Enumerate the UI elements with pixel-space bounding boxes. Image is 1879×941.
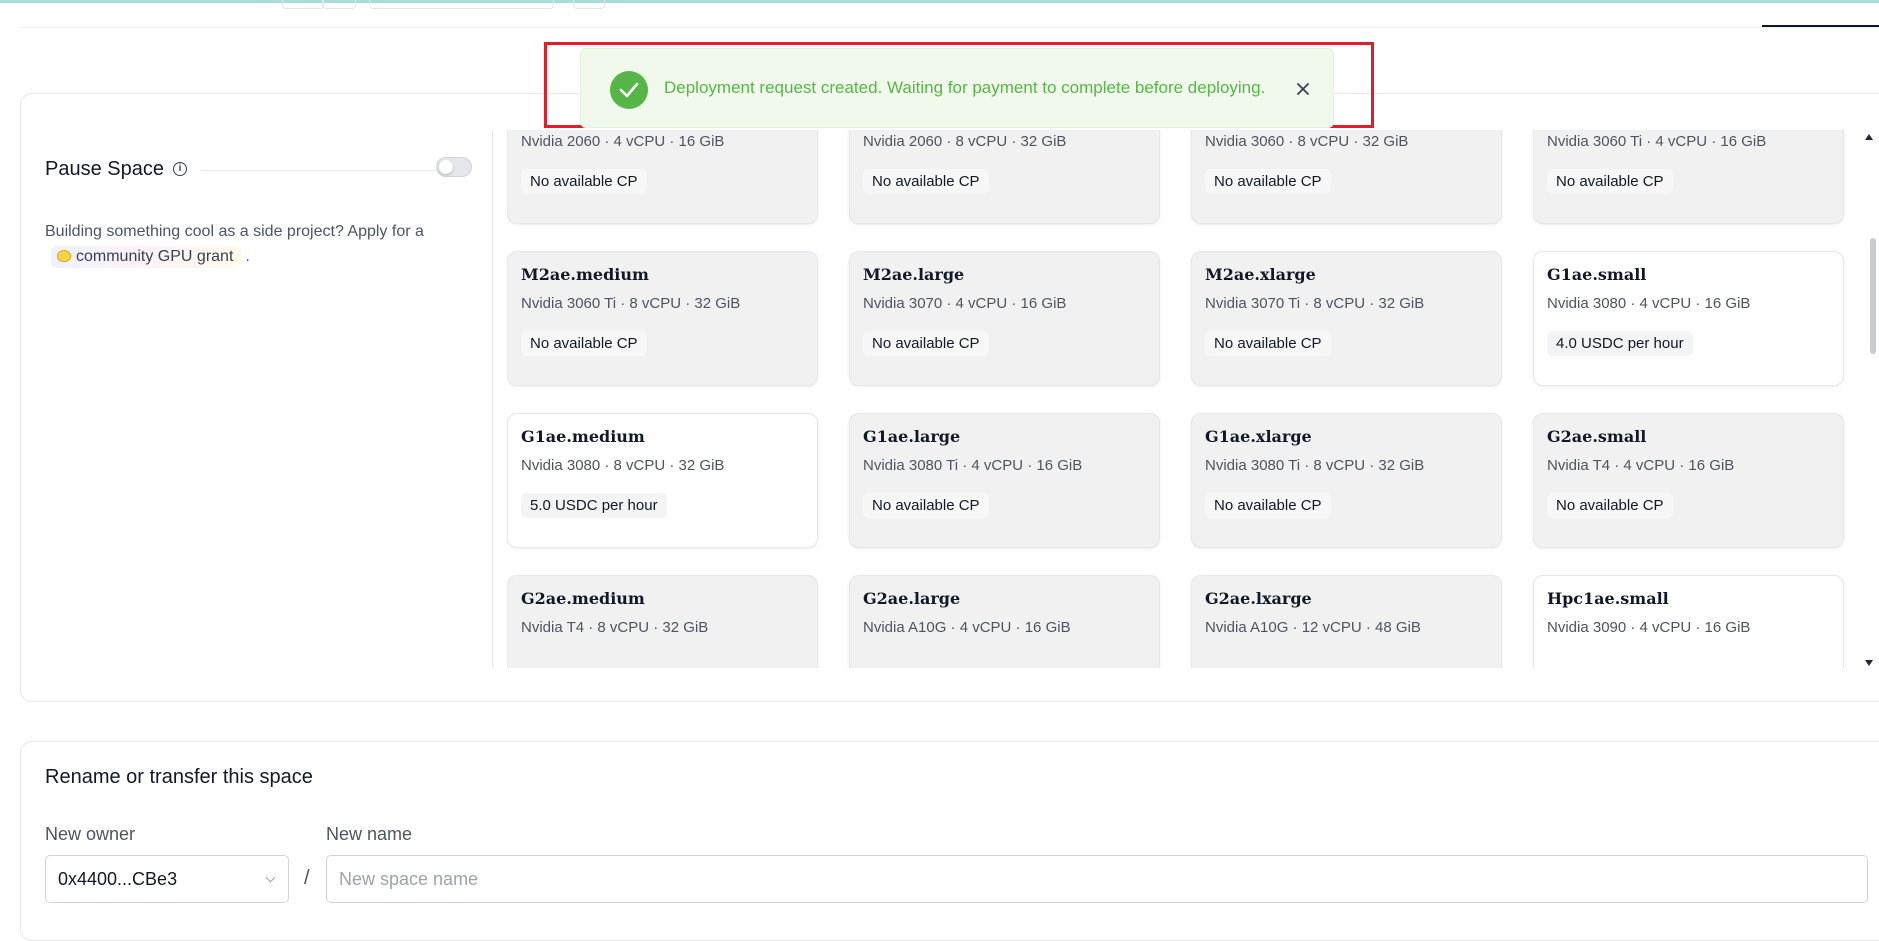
- scroll-up-arrow-icon[interactable]: [1865, 134, 1873, 140]
- price-badge: 5.0 USDC per hour: [521, 493, 667, 518]
- hardware-spec: Nvidia 3080 Ti · 8 vCPU · 32 GiB: [1205, 457, 1425, 474]
- hardware-card[interactable]: M2ae.medium Nvidia 3060 Ti · 8 vCPU · 32 …: [507, 251, 818, 386]
- hardware-name: G1ae.large: [863, 427, 961, 446]
- header-divider: [20, 27, 1879, 28]
- grant-suffix: .: [245, 248, 250, 265]
- grant-link-label: community GPU grant: [76, 248, 234, 265]
- hardware-card[interactable]: G1ae.xlarge Nvidia 3080 Ti · 8 vCPU · 32 …: [1191, 413, 1502, 548]
- hardware-name: M2ae.xlarge: [1205, 265, 1316, 284]
- hardware-name: G2ae.small: [1547, 427, 1647, 446]
- hardware-card[interactable]: Hpc1ae.small Nvidia 3090 · 4 vCPU · 16 Gi…: [1533, 575, 1844, 668]
- hardware-card[interactable]: G2ae.small Nvidia T4 · 4 vCPU · 16 GiB No …: [1533, 413, 1844, 548]
- new-owner-select[interactable]: 0x4400...CBe3: [45, 855, 289, 903]
- hardware-card[interactable]: M1ae.smallNvidia 2060 · 4 vCPU · 16 GiBN…: [507, 130, 818, 224]
- grant-promo: Building something cool as a side projec…: [45, 220, 465, 269]
- info-icon[interactable]: i: [173, 162, 187, 176]
- hardware-card[interactable]: M2ae.smallNvidia 3060 Ti · 4 vCPU · 16 G…: [1533, 130, 1844, 224]
- hardware-card[interactable]: G1ae.medium Nvidia 3080 · 8 vCPU · 32 GiB…: [507, 413, 818, 548]
- availability-badge: No available CP: [863, 331, 989, 356]
- hardware-grid-viewport[interactable]: M1ae.smallNvidia 2060 · 4 vCPU · 16 GiBN…: [507, 130, 1857, 668]
- hardware-name: G1ae.xlarge: [1205, 427, 1312, 446]
- hardware-spec: Nvidia 3090 · 4 vCPU · 16 GiB: [1547, 619, 1751, 636]
- new-name-label: New name: [326, 824, 413, 844]
- hardware-spec: Nvidia 3070 Ti · 8 vCPU · 32 GiB: [1205, 295, 1425, 312]
- chevron-down-icon: [265, 872, 276, 883]
- hardware-spec: Nvidia 2060 · 8 vCPU · 32 GiB: [863, 133, 1067, 150]
- availability-badge: No available CP: [521, 169, 647, 194]
- owner-select-value: 0x4400...CBe3: [58, 869, 178, 889]
- hardware-spec: Nvidia 3080 · 8 vCPU · 32 GiB: [521, 457, 725, 474]
- hugging-face-icon: [57, 250, 71, 262]
- scroll-down-arrow-icon[interactable]: [1865, 660, 1873, 666]
- new-owner-label: New owner: [45, 824, 136, 844]
- hardware-name: G2ae.medium: [521, 589, 645, 608]
- hardware-name: M2ae.medium: [521, 265, 649, 284]
- hardware-spec: Nvidia A10G · 4 vCPU · 16 GiB: [863, 619, 1071, 636]
- toolbar-button-stub[interactable]: [573, 0, 605, 9]
- toggle-knob: [439, 160, 453, 174]
- hardware-spec: Nvidia 3080 · 4 vCPU · 16 GiB: [1547, 295, 1751, 312]
- pause-space-toggle[interactable]: [436, 157, 472, 177]
- hardware-name: Hpc1ae.small: [1547, 589, 1669, 608]
- hardware-name: G1ae.small: [1547, 265, 1647, 284]
- deployment-toast: Deployment request created. Waiting for …: [580, 48, 1334, 128]
- hardware-spec: Nvidia 3060 · 8 vCPU · 32 GiB: [1205, 133, 1409, 150]
- hardware-spec: Nvidia 3060 Ti · 4 vCPU · 16 GiB: [1547, 133, 1767, 150]
- hardware-name: M2ae.large: [863, 265, 965, 284]
- active-tab-indicator: [1762, 25, 1879, 27]
- hardware-spec: Nvidia 3080 Ti · 4 vCPU · 16 GiB: [863, 457, 1083, 474]
- hardware-card[interactable]: G2ae.large Nvidia A10G · 4 vCPU · 16 GiB: [849, 575, 1160, 668]
- pause-space-label: Pause Space: [45, 158, 164, 180]
- hardware-spec: Nvidia 2060 · 4 vCPU · 16 GiB: [521, 133, 725, 150]
- hardware-card[interactable]: G1ae.large Nvidia 3080 Ti · 4 vCPU · 16 G…: [849, 413, 1160, 548]
- pause-space-row: Pause Space i: [45, 158, 473, 182]
- hardware-name: G2ae.large: [863, 589, 961, 608]
- scroll-thumb[interactable]: [1870, 238, 1876, 354]
- hardware-name: G1ae.medium: [521, 427, 645, 446]
- hardware-spec: Nvidia T4 · 8 vCPU · 32 GiB: [521, 619, 709, 636]
- panel-divider: [492, 130, 493, 668]
- hardware-grid-scrollbar[interactable]: [1862, 130, 1876, 668]
- hardware-spec: Nvidia 3070 · 4 vCPU · 16 GiB: [863, 295, 1067, 312]
- price-badge: 4.0 USDC per hour: [1547, 331, 1693, 356]
- availability-badge: No available CP: [863, 493, 989, 518]
- hardware-card[interactable]: M1ae.largeNvidia 3060 · 8 vCPU · 32 GiBN…: [1191, 130, 1502, 224]
- hardware-spec: Nvidia A10G · 12 vCPU · 48 GiB: [1205, 619, 1421, 636]
- hardware-spec: Nvidia T4 · 4 vCPU · 16 GiB: [1547, 457, 1735, 474]
- hardware-grid: M1ae.smallNvidia 2060 · 4 vCPU · 16 GiBN…: [507, 130, 1857, 668]
- hardware-card[interactable]: M2ae.xlarge Nvidia 3070 Ti · 8 vCPU · 32 …: [1191, 251, 1502, 386]
- grant-text: Building something cool as a side projec…: [45, 223, 424, 240]
- hardware-spec: Nvidia 3060 Ti · 8 vCPU · 32 GiB: [521, 295, 741, 312]
- availability-badge: No available CP: [1547, 493, 1673, 518]
- hardware-name: G2ae.lxarge: [1205, 589, 1312, 608]
- toast-message: Deployment request created. Waiting for …: [664, 78, 1266, 97]
- hardware-card[interactable]: G2ae.medium Nvidia T4 · 8 vCPU · 32 GiB: [507, 575, 818, 668]
- new-name-input[interactable]: [326, 855, 1868, 903]
- availability-badge: No available CP: [1205, 331, 1331, 356]
- toolbar-field-stub[interactable]: [369, 0, 554, 9]
- owner-name-separator: /: [304, 867, 310, 889]
- success-check-icon: [610, 71, 648, 109]
- close-icon[interactable]: [1294, 80, 1312, 98]
- availability-badge: No available CP: [1205, 169, 1331, 194]
- pause-divider: [201, 170, 471, 171]
- toolbar-button-stub[interactable]: [282, 0, 324, 9]
- community-gpu-grant-link[interactable]: community GPU grant: [51, 246, 242, 268]
- rename-section-title: Rename or transfer this space: [45, 766, 313, 788]
- toolbar-button-stub[interactable]: [322, 0, 356, 9]
- availability-badge: No available CP: [1547, 169, 1673, 194]
- availability-badge: No available CP: [521, 331, 647, 356]
- hardware-card[interactable]: G2ae.lxarge Nvidia A10G · 12 vCPU · 48 Gi…: [1191, 575, 1502, 668]
- hardware-card[interactable]: M1ae.mediumNvidia 2060 · 8 vCPU · 32 GiB…: [849, 130, 1160, 224]
- hardware-card[interactable]: G1ae.small Nvidia 3080 · 4 vCPU · 16 GiB 4…: [1533, 251, 1844, 386]
- hardware-card[interactable]: M2ae.large Nvidia 3070 · 4 vCPU · 16 GiB N…: [849, 251, 1160, 386]
- availability-badge: No available CP: [863, 169, 989, 194]
- availability-badge: No available CP: [1205, 493, 1331, 518]
